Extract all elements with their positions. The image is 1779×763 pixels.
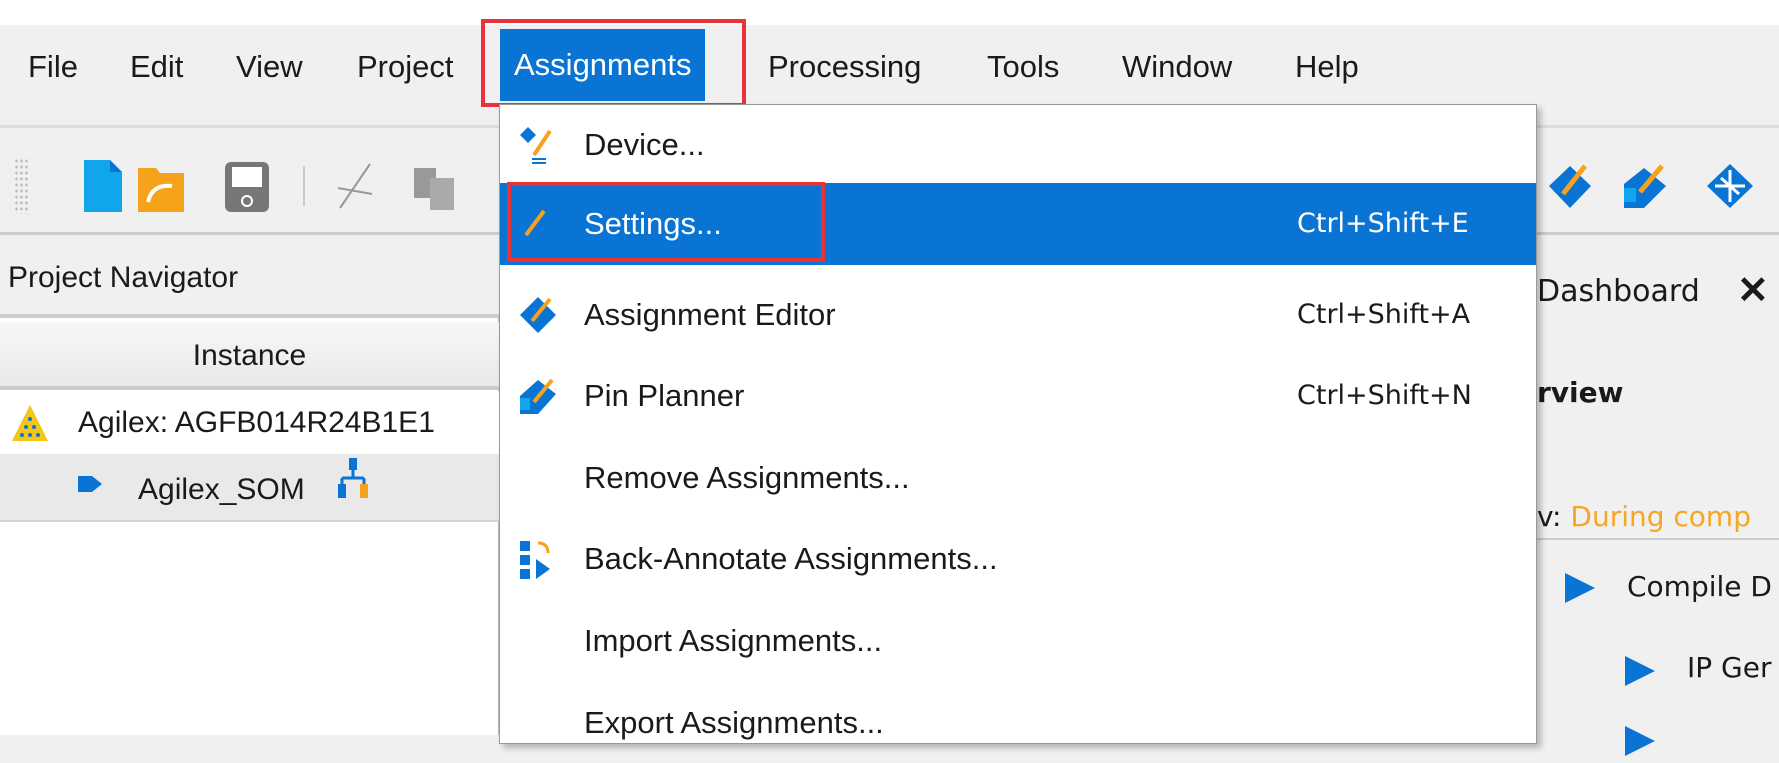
assignments-dropdown-menu: Device... Settings... Ctrl+Shift+E Assig… bbox=[499, 104, 1537, 744]
menu-item-export-assignments[interactable]: Export Assignments... bbox=[500, 683, 1536, 763]
settings-pencil-icon bbox=[524, 209, 546, 237]
back-annotate-icon bbox=[520, 541, 550, 579]
menu-edit[interactable]: Edit bbox=[128, 47, 185, 87]
menu-file[interactable]: File bbox=[26, 47, 80, 87]
toolbar-separator bbox=[303, 166, 305, 206]
project-navigator: Project Navigator Instance Agilex: AGFB0… bbox=[0, 238, 499, 735]
grip-icon[interactable] bbox=[14, 158, 28, 214]
assignment-editor-icon[interactable] bbox=[1545, 158, 1595, 214]
status-text: During comp bbox=[1570, 500, 1751, 533]
menu-assignments[interactable]: Assignments bbox=[500, 29, 706, 101]
menu-item-pin-planner[interactable]: Pin Planner Ctrl+Shift+N bbox=[500, 356, 1536, 436]
menu-bar: File Edit View Project Assignments Proce… bbox=[0, 25, 1779, 105]
menu-tools[interactable]: Tools bbox=[985, 47, 1061, 87]
chip-planner-icon[interactable] bbox=[1705, 158, 1755, 214]
menu-item-import-assignments[interactable]: Import Assignments... bbox=[500, 601, 1536, 681]
flow-status: v: During comp bbox=[1537, 500, 1751, 533]
entity-label: Agilex_SOM bbox=[138, 473, 305, 506]
cut-icon[interactable] bbox=[330, 158, 380, 214]
navigator-title: Project Navigator bbox=[0, 238, 499, 318]
menu-item-assignment-editor[interactable]: Assignment Editor Ctrl+Shift+A bbox=[500, 275, 1536, 355]
overview-heading: rview bbox=[1537, 376, 1624, 409]
menu-view[interactable]: View bbox=[234, 47, 305, 87]
play-icon[interactable] bbox=[1625, 726, 1655, 756]
menu-item-device[interactable]: Device... bbox=[500, 105, 1536, 185]
separator bbox=[1537, 538, 1779, 540]
menu-processing[interactable]: Processing bbox=[766, 47, 923, 87]
entity-icon bbox=[78, 476, 102, 492]
tree-row-device[interactable]: Agilex: AGFB014R24B1E1 bbox=[0, 391, 499, 454]
item-label: Import Assignments... bbox=[584, 623, 883, 658]
item-label: Settings... bbox=[584, 206, 722, 241]
flow-compile[interactable]: Compile D bbox=[1627, 570, 1772, 603]
pin-planner-icon bbox=[520, 378, 556, 414]
instance-column-header[interactable]: Instance bbox=[0, 322, 499, 390]
item-label: Assignment Editor bbox=[584, 297, 836, 332]
item-shortcut: Ctrl+Shift+N bbox=[1297, 380, 1472, 411]
new-file-icon[interactable] bbox=[78, 158, 128, 214]
device-icon bbox=[520, 127, 552, 164]
menu-project[interactable]: Project bbox=[355, 47, 455, 87]
item-shortcut: Ctrl+Shift+E bbox=[1297, 208, 1469, 239]
play-icon[interactable] bbox=[1565, 573, 1595, 603]
menu-item-back-annotate[interactable]: Back-Annotate Assignments... bbox=[500, 519, 1536, 599]
title-bar bbox=[0, 0, 1779, 25]
menu-item-settings[interactable]: Settings... Ctrl+Shift+E bbox=[500, 183, 1536, 265]
item-label: Export Assignments... bbox=[584, 705, 884, 740]
item-shortcut: Ctrl+Shift+A bbox=[1297, 299, 1471, 330]
menu-window[interactable]: Window bbox=[1120, 47, 1234, 87]
menu-item-remove-assignments[interactable]: Remove Assignments... bbox=[500, 438, 1536, 518]
device-label: Agilex: AGFB014R24B1E1 bbox=[78, 406, 435, 439]
copy-icon[interactable] bbox=[410, 158, 460, 214]
save-icon[interactable] bbox=[222, 158, 272, 214]
flow-ip-generation[interactable]: IP Ger bbox=[1687, 651, 1771, 684]
play-icon[interactable] bbox=[1625, 656, 1655, 686]
tree-row-entity[interactable]: Agilex_SOM bbox=[0, 454, 499, 522]
item-label: Remove Assignments... bbox=[584, 460, 910, 495]
open-folder-icon[interactable] bbox=[136, 158, 186, 214]
item-label: Pin Planner bbox=[584, 378, 745, 413]
dashboard-tab[interactable]: Dashboard bbox=[1537, 274, 1700, 309]
pin-planner-icon[interactable] bbox=[1620, 158, 1670, 214]
assignment-editor-icon bbox=[520, 297, 556, 333]
hierarchy-icon bbox=[338, 458, 368, 498]
dashboard-panel: Dashboard ✕ rview v: During comp Compile… bbox=[1537, 238, 1779, 756]
close-tab-icon[interactable]: ✕ bbox=[1737, 268, 1769, 313]
item-label: Back-Annotate Assignments... bbox=[584, 541, 998, 576]
item-label: Device... bbox=[584, 127, 705, 162]
menu-help[interactable]: Help bbox=[1293, 47, 1361, 87]
status-prefix: v: bbox=[1537, 500, 1562, 533]
device-family-icon bbox=[12, 405, 48, 441]
